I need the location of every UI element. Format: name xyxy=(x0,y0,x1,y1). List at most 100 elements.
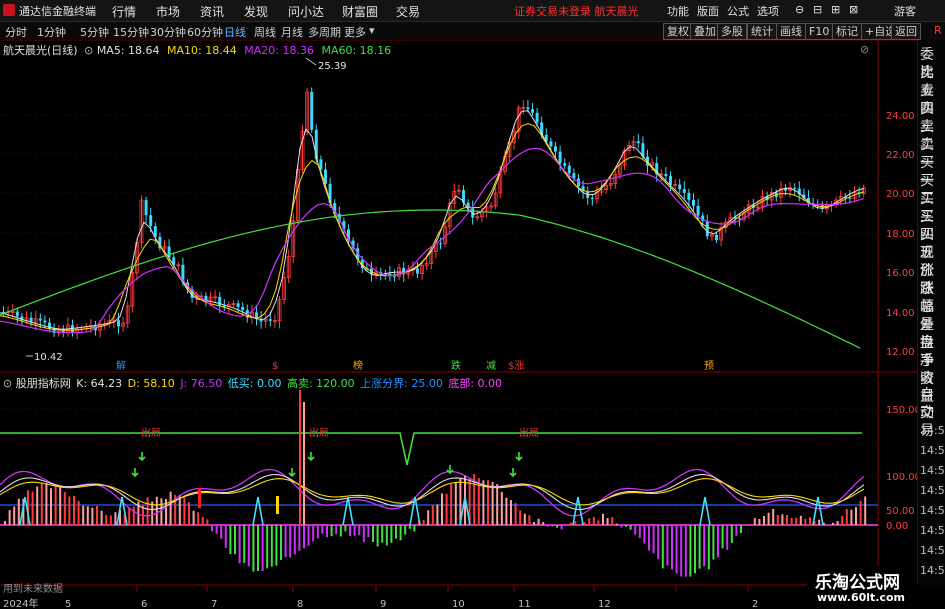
tick-time: 14:56 xyxy=(920,524,945,537)
rise-boundary-value: 上涨分界: 25.00 xyxy=(360,377,443,390)
price-tick: 22.00 xyxy=(886,150,915,161)
exit-signal-label: 出局 xyxy=(309,426,329,439)
multi-stock-button[interactable]: 多股 xyxy=(717,23,747,40)
x-tick: 11 xyxy=(518,599,531,609)
watermark: 乐淘公式网 www.60lt.com xyxy=(807,566,917,608)
menu-options[interactable]: 选项 xyxy=(757,3,779,19)
x-tick: 8 xyxy=(297,599,303,609)
statistics-button[interactable]: 统计 xyxy=(747,23,777,40)
period-daily[interactable]: 日线 xyxy=(224,24,246,40)
chart-canvas: 25.39 10.42 24.00 22.00 20.00 18.00 16.0… xyxy=(0,40,917,609)
event-marker-rise[interactable]: $涨 xyxy=(508,360,524,372)
event-marker-fall[interactable]: 跌 xyxy=(451,359,461,372)
menu-wealth-circle[interactable]: 财富圈 xyxy=(342,3,378,20)
indicator-name[interactable]: 股朋指标网 xyxy=(16,377,71,390)
tick-time: 14:56 xyxy=(920,504,945,517)
user-guest[interactable]: 游客 xyxy=(894,3,916,19)
x-tick: 12 xyxy=(598,599,611,609)
price-tick: 16.00 xyxy=(886,268,915,279)
low-buy-value: 低买: 0.00 xyxy=(227,377,282,390)
menu-discover[interactable]: 发现 xyxy=(244,3,268,20)
event-marker-forecast[interactable]: 预 xyxy=(704,360,714,372)
exit-signal-label: 出局 xyxy=(141,426,161,439)
tick-time: 14:56 xyxy=(920,424,945,437)
indicator-tick: 100.00 xyxy=(886,472,917,483)
price-high-label: 25.39 xyxy=(318,61,347,72)
period-5min[interactable]: 5分钟 xyxy=(80,24,109,40)
close-icon[interactable]: ⊠ xyxy=(849,3,858,16)
x-tick: 2024年 xyxy=(3,597,38,609)
high-sell-value: 高卖: 120.00 xyxy=(286,377,355,390)
bottom-value: 底部: 0.00 xyxy=(448,377,503,390)
quote-side-panel: 委比 卖五 卖四 卖三 卖二 卖一 买一 买二 买三 买四 买五 现价 涨跌 涨… xyxy=(917,40,945,585)
tick-time: 14:56 xyxy=(920,444,945,457)
candlestick-series xyxy=(0,87,866,349)
event-marker-unlock[interactable]: 解 xyxy=(116,359,126,372)
menu-trade[interactable]: 交易 xyxy=(396,3,420,20)
f10-button[interactable]: F10 xyxy=(805,23,834,40)
back-button[interactable]: 返回 xyxy=(891,23,921,40)
ma60-value: MA60: 18.16 xyxy=(321,44,392,57)
ma10-value: MA10: 18.44 xyxy=(167,44,237,57)
tick-time: 14:56 xyxy=(920,564,945,577)
menu-formula[interactable]: 公式 xyxy=(727,3,749,19)
r-badge: R xyxy=(934,24,942,37)
period-15min[interactable]: 15分钟 xyxy=(113,24,149,40)
price-low-label: 10.42 xyxy=(34,352,63,363)
price-tick: 24.00 xyxy=(886,111,915,122)
menu-layout[interactable]: 版面 xyxy=(697,3,719,19)
overlay-button[interactable]: 叠加 xyxy=(690,23,720,40)
indicator-tick: 150.00 xyxy=(886,405,917,416)
future-data-note: 用到未来数据 xyxy=(3,582,63,595)
minimize-icon[interactable]: ⊖ xyxy=(795,3,804,16)
j-value: J: 76.50 xyxy=(180,377,223,390)
settings-dropdown-icon[interactable]: ⊙ xyxy=(84,44,93,57)
menu-ask-xiaoda[interactable]: 问小达 xyxy=(288,3,324,20)
x-tick: 7 xyxy=(211,599,217,609)
event-marker-list[interactable]: 榜 xyxy=(353,359,363,372)
menu-function[interactable]: 功能 xyxy=(667,3,689,19)
period-more-dropdown-icon[interactable]: ▾ xyxy=(369,24,375,37)
menu-bar: 通达信金融终端 行情 市场 资讯 发现 问小达 财富圈 交易 证券交易未登录 航… xyxy=(0,0,945,22)
restore-rights-button[interactable]: 复权 xyxy=(663,23,693,40)
price-tick: 14.00 xyxy=(886,308,915,319)
tick-time: 14:56 xyxy=(920,484,945,497)
watermark-url: www.60lt.com xyxy=(817,591,906,604)
app-title: 通达信金融终端 xyxy=(19,5,96,18)
menu-quotes[interactable]: 行情 xyxy=(112,3,136,20)
menu-market[interactable]: 市场 xyxy=(156,3,180,20)
indicator-series xyxy=(0,390,878,577)
period-monthly[interactable]: 月线 xyxy=(281,24,303,40)
period-more[interactable]: 更多 xyxy=(344,24,366,40)
period-weekly[interactable]: 周线 xyxy=(254,24,276,40)
indicator-settings-icon[interactable]: ⊙ xyxy=(3,377,12,390)
app-logo-icon xyxy=(3,4,15,16)
period-30min[interactable]: 30分钟 xyxy=(150,24,186,40)
x-tick: 10 xyxy=(452,599,465,609)
period-toolbar: 分时 1分钟 5分钟 15分钟 30分钟 60分钟 日线 周线 月线 多周期 更… xyxy=(0,22,945,41)
menu-news[interactable]: 资讯 xyxy=(200,3,224,20)
period-intraday[interactable]: 分时 xyxy=(5,24,27,40)
period-1min[interactable]: 1分钟 xyxy=(37,24,66,40)
exit-signal-label: 出局 xyxy=(519,426,539,439)
ma5-value: MA5: 18.64 xyxy=(96,44,160,57)
indicator-tick: 0.00 xyxy=(886,521,908,532)
mark-button[interactable]: 标记 xyxy=(832,23,862,40)
price-tick: 20.00 xyxy=(886,189,915,200)
event-marker-dollar[interactable]: $ xyxy=(272,361,278,372)
period-multi[interactable]: 多周期 xyxy=(308,24,341,40)
ma-legend: 航天晨光(日线) ⊙ MA5: 18.64 MA10: 18.44 MA20: … xyxy=(3,42,391,58)
period-60min[interactable]: 60分钟 xyxy=(187,24,223,40)
event-marker-reduce[interactable]: 减 xyxy=(486,360,496,372)
indicator-legend: ⊙ 股朋指标网 K: 64.23 D: 58.10 J: 76.50 低买: 0… xyxy=(3,375,502,391)
x-tick: 5 xyxy=(65,599,71,609)
pane-close-icon[interactable]: ⊘ xyxy=(860,43,869,56)
login-status: 证券交易未登录 航天晨光 xyxy=(514,5,639,18)
draw-line-button[interactable]: 画线 xyxy=(776,23,806,40)
maximize-icon[interactable]: ⊞ xyxy=(831,3,840,16)
tick-time: 14:56 xyxy=(920,464,945,477)
x-tick: 6 xyxy=(141,599,147,609)
stock-name[interactable]: 航天晨光(日线) xyxy=(3,44,78,57)
restore-icon[interactable]: ⊟ xyxy=(813,3,822,16)
indicator-tick: 50.00 xyxy=(886,506,915,517)
